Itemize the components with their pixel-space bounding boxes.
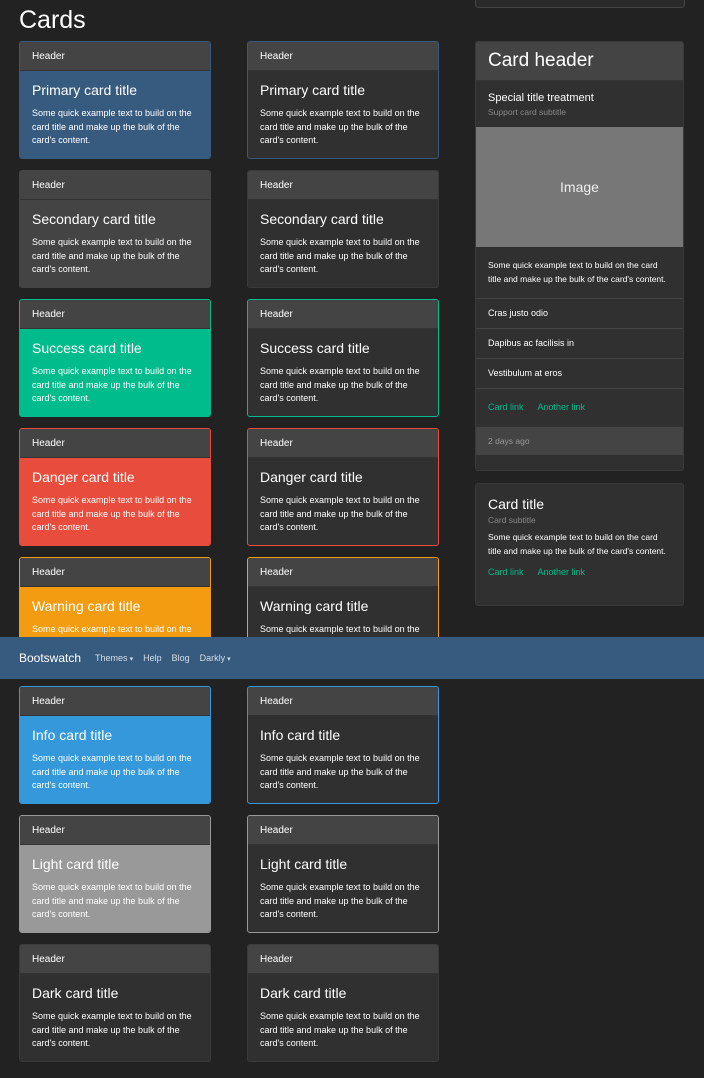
outline-cards-column: Header Primary card title Some quick examp… bbox=[247, 41, 439, 1073]
card-text: Some quick example text to build on the … bbox=[32, 753, 192, 790]
nav-blog[interactable]: Blog bbox=[172, 653, 190, 663]
card-header: Header bbox=[20, 558, 210, 587]
card-outline-info: Header Info card title Some quick example … bbox=[247, 686, 439, 804]
card-header: Header bbox=[248, 945, 438, 974]
filled-cards-column: Header Primary card title Some quick examp… bbox=[19, 41, 211, 1073]
card-dark: Header Dark card title Some quick example … bbox=[19, 944, 211, 1062]
card-text: Some quick example text to build on the … bbox=[260, 237, 420, 274]
card-title: Primary card title bbox=[32, 82, 138, 98]
card-title: Secondary card title bbox=[260, 211, 384, 227]
card-with-list: Card header Special title treatment Supp… bbox=[475, 41, 684, 471]
card-title: Warning card title bbox=[260, 598, 369, 614]
navbar: Bootswatch Themes ▾ Help Blog Darkly ▾ bbox=[0, 637, 704, 679]
card-outline-secondary: Header Secondary card title Some quick exa… bbox=[247, 170, 439, 288]
card-text: Some quick example text to build on the … bbox=[32, 366, 192, 403]
list-item: Dapibus ac facilisis in bbox=[476, 328, 683, 358]
list-item: Cras justo odio bbox=[476, 298, 683, 328]
card-header: Card header bbox=[476, 42, 683, 81]
card-title: Danger card title bbox=[32, 469, 135, 485]
caret-down-icon: ▾ bbox=[227, 656, 231, 663]
card-text: Some quick example text to build on the … bbox=[260, 108, 420, 145]
card-text: Some quick example text to build on the … bbox=[488, 532, 666, 556]
card-header: Header bbox=[248, 429, 438, 458]
card-light: Header Light card title Some quick example… bbox=[19, 815, 211, 933]
card-title: Card title bbox=[488, 496, 545, 512]
nav-themes[interactable]: Themes ▾ bbox=[95, 653, 133, 663]
page-title: Cards bbox=[19, 6, 86, 34]
list-item: Vestibulum at eros bbox=[476, 358, 683, 388]
nav-label: Darkly bbox=[199, 653, 226, 663]
card-header: Header bbox=[248, 687, 438, 716]
image-label: Image bbox=[560, 179, 599, 195]
card-outline-dark: Header Dark card title Some quick example … bbox=[247, 944, 439, 1062]
card-text: Some quick example text to build on the … bbox=[260, 1011, 420, 1048]
card-header: Header bbox=[248, 171, 438, 200]
card-title: Success card title bbox=[260, 340, 370, 356]
card-text: Some quick example text to build on the … bbox=[260, 753, 420, 790]
card-title: Special title treatment bbox=[488, 92, 594, 104]
card-title: Dark card title bbox=[260, 985, 347, 1001]
card-header: Header bbox=[20, 687, 210, 716]
previous-card-edge bbox=[475, 0, 685, 8]
card-outline-light: Header Light card title Some quick example… bbox=[247, 815, 439, 933]
card-header: Header bbox=[20, 171, 210, 200]
card-text: Some quick example text to build on the … bbox=[32, 1011, 192, 1048]
card-header: Header bbox=[248, 558, 438, 587]
card-title: Info card title bbox=[32, 727, 113, 743]
card-header: Header bbox=[248, 300, 438, 329]
card-text: Some quick example text to build on the … bbox=[488, 260, 666, 284]
card-header: Header bbox=[20, 429, 210, 458]
caret-down-icon: ▾ bbox=[129, 656, 134, 663]
card-header: Header bbox=[248, 42, 438, 71]
card-outline-danger: Header Danger card title Some quick exampl… bbox=[247, 428, 439, 546]
nav-help[interactable]: Help bbox=[143, 653, 162, 663]
card-info: Header Info card title Some quick example … bbox=[19, 686, 211, 804]
card-image-placeholder: Image bbox=[476, 127, 683, 247]
card-title: Secondary card title bbox=[32, 211, 156, 227]
card-header: Header bbox=[248, 816, 438, 845]
card-danger: Header Danger card title Some quick exampl… bbox=[19, 428, 211, 546]
card-subtitle: Card subtitle bbox=[488, 515, 536, 525]
card-simple: Card title Card subtitle Some quick exam… bbox=[475, 483, 684, 606]
card-text: Some quick example text to build on the … bbox=[32, 495, 192, 532]
card-links: Card link Another link bbox=[488, 567, 671, 577]
card-text: Some quick example text to build on the … bbox=[260, 495, 420, 532]
nav-darkly[interactable]: Darkly ▾ bbox=[200, 653, 231, 663]
card-title: Success card title bbox=[32, 340, 142, 356]
navbar-brand[interactable]: Bootswatch bbox=[19, 651, 81, 665]
card-header: Header bbox=[20, 816, 210, 845]
card-title: Warning card title bbox=[32, 598, 141, 614]
card-outline-primary: Header Primary card title Some quick examp… bbox=[247, 41, 439, 159]
card-header: Header bbox=[20, 945, 210, 974]
card-secondary: Header Secondary card title Some quick exa… bbox=[19, 170, 211, 288]
card-primary: Header Primary card title Some quick examp… bbox=[19, 41, 211, 159]
card-title: Light card title bbox=[32, 856, 120, 872]
card-title: Info card title bbox=[260, 727, 341, 743]
card-text: Some quick example text to build on the … bbox=[32, 882, 192, 919]
card-title: Primary card title bbox=[260, 82, 366, 98]
card-text: Some quick example text to build on the … bbox=[32, 108, 192, 145]
nav-label: Themes bbox=[95, 653, 128, 663]
card-footer: 2 days ago bbox=[476, 426, 683, 455]
card-title: Dark card title bbox=[32, 985, 119, 1001]
card-header: Header bbox=[20, 42, 210, 71]
card-links: Card link Another link bbox=[476, 388, 683, 426]
card-text: Some quick example text to build on the … bbox=[260, 366, 420, 403]
another-link[interactable]: Another link bbox=[538, 402, 586, 412]
card-outline-success: Header Success card title Some quick examp… bbox=[247, 299, 439, 417]
another-link[interactable]: Another link bbox=[538, 567, 586, 577]
card-text: Some quick example text to build on the … bbox=[260, 882, 420, 919]
card-link[interactable]: Card link bbox=[488, 402, 524, 412]
card-link[interactable]: Card link bbox=[488, 567, 524, 577]
card-header: Header bbox=[20, 300, 210, 329]
card-subtitle: Support card subtitle bbox=[488, 107, 566, 117]
card-title: Danger card title bbox=[260, 469, 363, 485]
card-success: Header Success card title Some quick examp… bbox=[19, 299, 211, 417]
card-text: Some quick example text to build on the … bbox=[32, 237, 192, 274]
card-title: Light card title bbox=[260, 856, 348, 872]
